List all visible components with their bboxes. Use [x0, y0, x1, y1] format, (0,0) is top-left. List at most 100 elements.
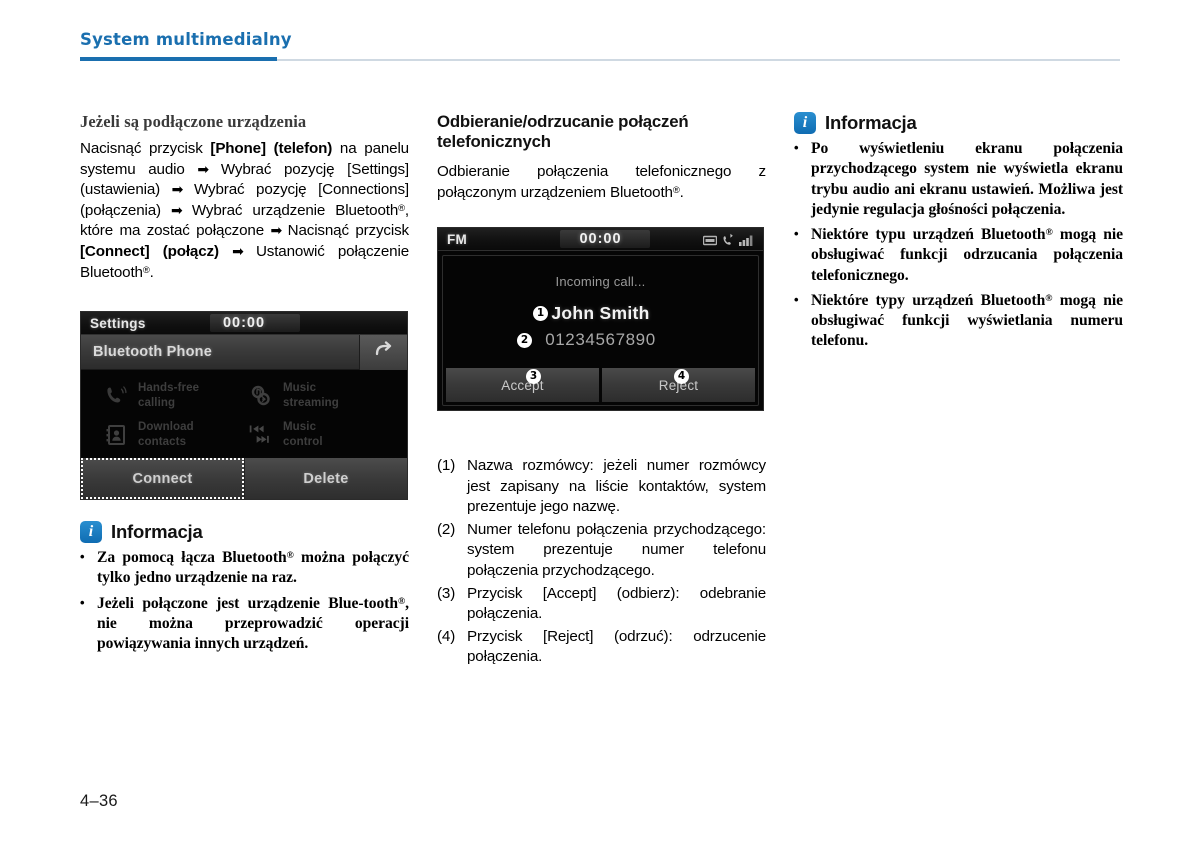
info-list: • Po wyświetleniu ekranu połączenia przy… [794, 139, 1123, 352]
callout-marker-1: 1 [533, 306, 548, 321]
text-part: Nacisnąć przycisk [281, 222, 410, 240]
paragraph-intro: Odbieranie połączenia telefonicznego z p… [437, 162, 766, 203]
status-clock: 00:00 [222, 315, 266, 331]
registered-mark: ® [286, 549, 294, 561]
item-text: Nazwa rozmówcy: jeżeli numer rozmówcy je… [467, 457, 766, 516]
info-item-pre: Niektóre typy urządzeń Bluetooth [811, 291, 1046, 309]
column-middle: Odbieranie/odrzucanie połączeń telefonic… [437, 112, 766, 665]
header-rule-light [277, 59, 1120, 61]
call-status-text: Incoming call... [555, 274, 646, 289]
info-title: Informacja [111, 521, 203, 542]
bullet-icon: • [794, 291, 799, 307]
intro-pre: Odbieranie połączenia telefonicznego z p… [437, 162, 766, 201]
back-arrow-icon [373, 341, 395, 364]
info-header: i Informacja [80, 521, 409, 543]
callout-marker-2: 2 [517, 333, 532, 348]
numbered-item: (4) Przycisk [Reject] (odrzuć): odrzucen… [437, 627, 766, 668]
handsfree-phone-icon [103, 382, 129, 410]
info-box-right: i Informacja • Po wyświetleniu ekranu po… [794, 112, 1123, 352]
column-left: Jeżeli są podłączone urządzenia Nacisnąć… [80, 112, 409, 652]
feature-label: Music streaming [283, 382, 339, 409]
accept-button[interactable]: Accept [446, 368, 599, 402]
bullet-icon: • [794, 226, 799, 242]
info-list-item: • Za pomocą łącza Bluetooth® można połąc… [80, 548, 409, 589]
media-card-icon [702, 233, 718, 251]
page-title: System multimedialny [80, 30, 292, 49]
info-box-left: i Informacja • Za pomocą łącza Bluetooth… [80, 521, 409, 659]
bold-phone-button: [Phone] (telefon) [210, 140, 333, 157]
text-part: . [149, 263, 154, 281]
registered-mark: ® [142, 263, 150, 275]
info-list: • Za pomocą łącza Bluetooth® można połąc… [80, 548, 409, 654]
info-list-item: • Jeżeli połączone jest urządzenie Blue-… [80, 594, 409, 655]
intro-post: . [679, 183, 684, 201]
callout-marker-3: 3 [526, 369, 541, 384]
bullet-icon: • [80, 549, 85, 564]
signal-strength-icon [739, 233, 755, 251]
status-icon-group [702, 233, 755, 251]
info-icon: i [794, 112, 816, 134]
paragraph-connect-steps: Nacisnąć przycisk [Phone] (telefon) na p… [80, 139, 409, 283]
callout-marker-4: 4 [674, 369, 689, 384]
item-number: (1) [437, 457, 456, 474]
subheading-connected-devices: Jeżeli są podłączone urządzenia [80, 112, 307, 131]
arrow-icon: ➡ [171, 181, 184, 198]
info-item-pre: Za pomocą łącza Bluetooth [97, 549, 287, 566]
call-action-buttons: Accept Reject [446, 368, 755, 402]
column-right: i Informacja • Po wyświetleniu ekranu po… [794, 112, 1123, 357]
item-number: (2) [437, 520, 456, 538]
page-number: 4–36 [80, 792, 118, 810]
item-text: Przycisk [Accept] (odbierz): odebranie p… [467, 584, 766, 623]
device-status-bar: FM 00:00 [438, 228, 763, 251]
bold-connect-button: [Connect] (połącz) [80, 242, 219, 260]
caller-name: John Smith [551, 303, 650, 323]
numbered-item: (3) Przycisk [Accept] (odbierz): odebran… [437, 584, 766, 625]
arrow-icon: ➡ [197, 160, 209, 177]
info-list-item: • Niektóre typy urządzeń Bluetooth® mogą… [794, 291, 1123, 352]
numbered-description-list: (1) Nazwa rozmówcy: jeżeli numer rozmówc… [437, 456, 766, 670]
info-item-text: Niektóre typy urządzeń Bluetooth® mogą n… [811, 291, 1123, 352]
item-number: (3) [437, 584, 456, 602]
registered-mark: ® [672, 183, 680, 195]
settings-action-buttons: Connect Delete [81, 458, 407, 499]
feature-download-contacts: Download contacts [103, 415, 248, 454]
bluetooth-phone-icon [722, 233, 734, 251]
delete-button[interactable]: Delete [244, 458, 407, 499]
incoming-call-screen-figure: FM 00:00 Incoming call... John Smith 012… [437, 227, 764, 411]
text-part: Nacisnąć przycisk [80, 140, 211, 157]
feature-label: Music control [283, 421, 323, 448]
settings-feature-grid: Hands-free calling Music streaming Downl… [81, 370, 407, 456]
bullet-icon: • [794, 140, 799, 155]
arrow-icon: ➡ [171, 201, 183, 218]
info-item-pre: Jeżeli połączone jest urządzenie Blue-to… [97, 594, 398, 612]
info-item-text: Niektóre typu urządzeń Bluetooth® mogą n… [811, 225, 1123, 286]
numbered-item: (1) Nazwa rozmówcy: jeżeli numer rozmówc… [437, 456, 766, 518]
info-item-pre: Po wyświetleniu ekranu połączenia przych… [811, 140, 1123, 218]
settings-subtitle: Bluetooth Phone [93, 344, 212, 360]
settings-screen-figure: Settings 00:00 Bluetooth Phone Hands-fre… [80, 311, 408, 500]
connect-button[interactable]: Connect [81, 458, 244, 499]
numbered-item: (2) Numer telefonu połączenia przychodzą… [437, 520, 766, 582]
registered-mark: ® [398, 201, 405, 213]
feature-handsfree-calling: Hands-free calling [103, 376, 248, 415]
device-status-bar: Settings 00:00 [81, 312, 407, 335]
feature-label: Hands-free calling [138, 382, 200, 409]
item-text: Przycisk [Reject] (odrzuć): odrzucenie p… [467, 627, 766, 666]
section-heading-accept-reject: Odbieranie/odrzucanie połączeń telefonic… [437, 112, 689, 152]
text-part: Wybrać urządzenie Bluetooth [181, 201, 399, 219]
feature-music-control: Music control [248, 415, 393, 454]
info-list-item: • Po wyświetleniu ekranu połączenia przy… [794, 139, 1123, 220]
call-body: Incoming call... John Smith 01234567890 … [442, 255, 759, 406]
feature-label: Download contacts [138, 421, 194, 448]
arrow-icon: ➡ [270, 222, 282, 239]
info-item-text: Po wyświetleniu ekranu połączenia przych… [811, 139, 1123, 220]
info-item-text: Jeżeli połączone jest urządzenie Blue-to… [97, 594, 409, 655]
arrow-icon: ➡ [232, 242, 244, 259]
info-icon: i [80, 521, 102, 543]
back-button[interactable] [359, 335, 407, 370]
header-rule-accent [80, 57, 277, 61]
info-item-text: Za pomocą łącza Bluetooth® można połączy… [97, 548, 409, 589]
page-header: System multimedialny [80, 30, 1120, 61]
caller-number: 01234567890 [545, 330, 656, 349]
item-text: Numer telefonu połączenia przychodzącego… [467, 520, 766, 579]
